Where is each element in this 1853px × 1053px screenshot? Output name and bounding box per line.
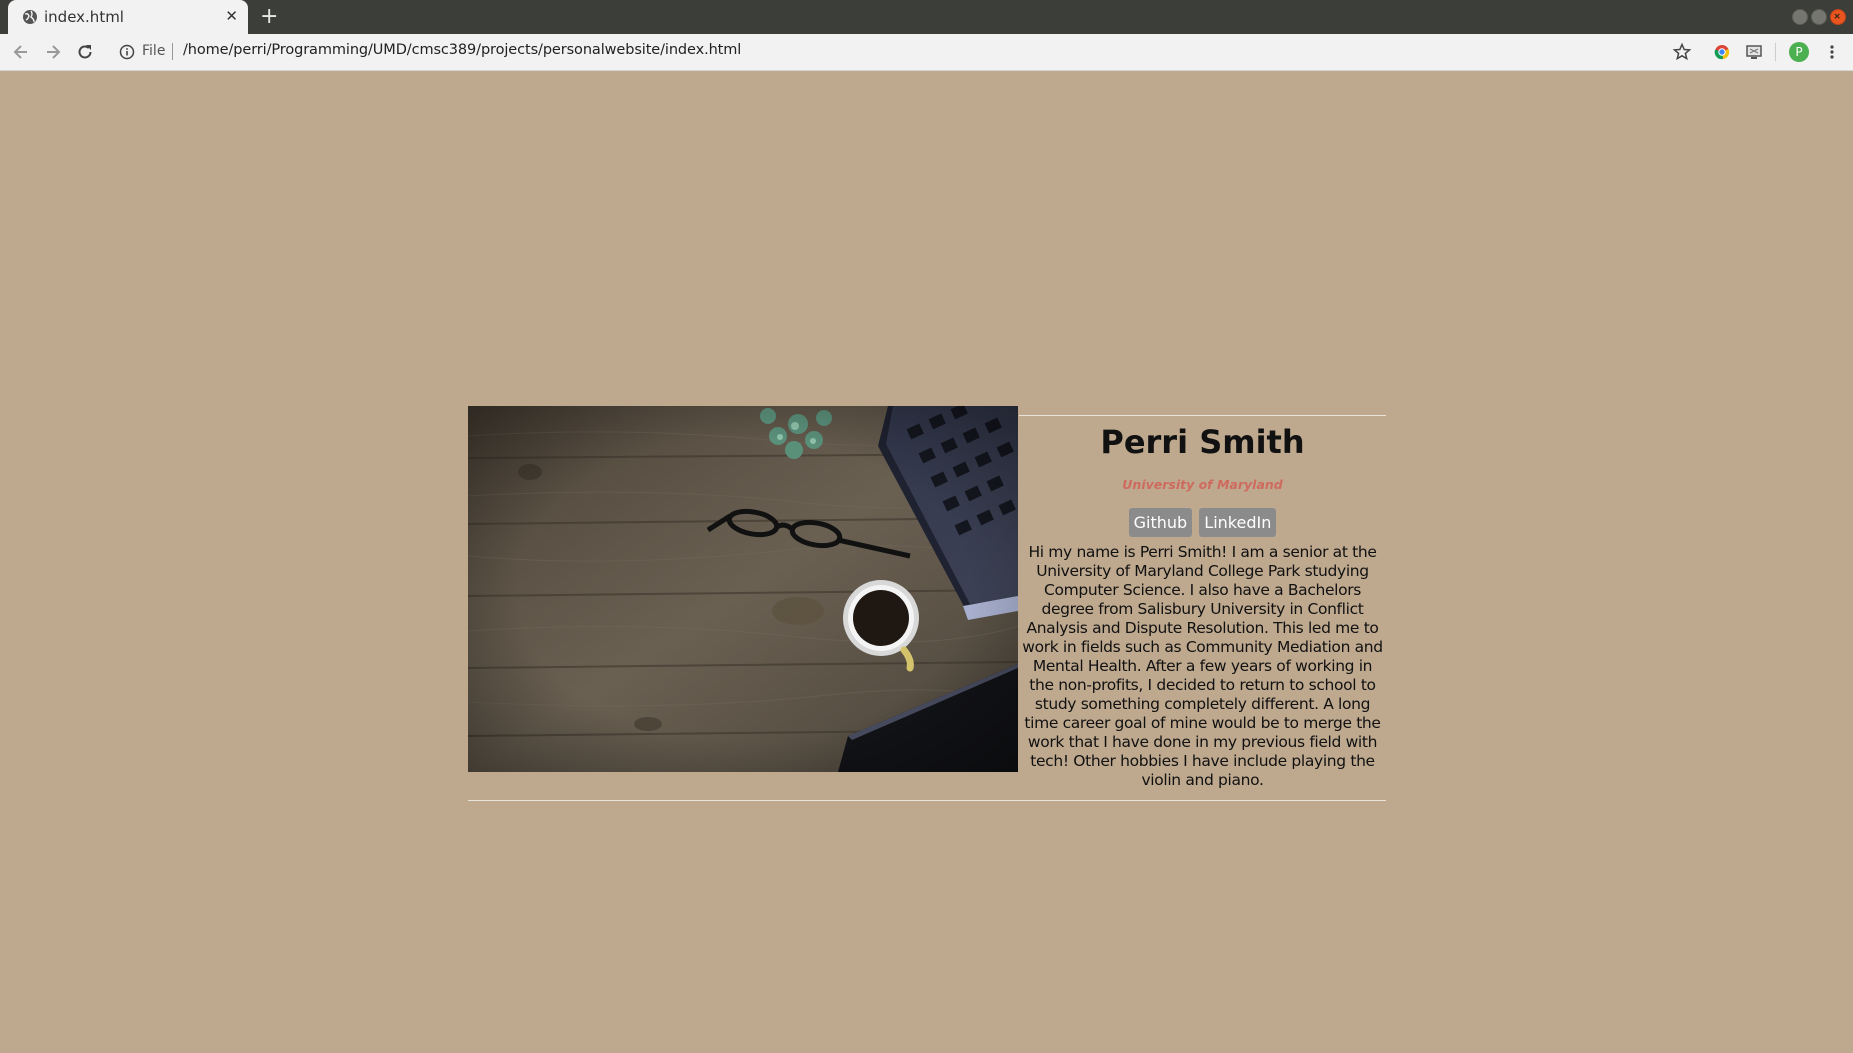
close-window-button[interactable] [1830,9,1846,25]
desk-photo-image [468,406,1018,772]
info-icon[interactable] [117,42,137,62]
toolbar-divider [1775,43,1776,61]
omnibox-divider [172,43,173,60]
github-button[interactable]: Github [1128,508,1193,537]
browser-toolbar: File /home/perri/Programming/UMD/cmsc389… [0,34,1853,71]
profile-avatar[interactable]: P [1789,42,1809,62]
tab-close-button[interactable]: ✕ [225,7,238,25]
profile-bio: Hi my name is Perri Smith! I am a senior… [1022,543,1383,789]
screen-extension-icon[interactable] [1744,42,1764,62]
close-icon [1834,13,1840,19]
globe-icon [23,10,37,24]
linkedin-button[interactable]: LinkedIn [1199,508,1277,537]
tab-title: index.html [44,8,124,26]
bookmark-star-icon[interactable] [1672,42,1692,62]
back-arrow-icon[interactable] [11,42,31,62]
profile-info: Perri Smith University of Maryland Githu… [1019,420,1386,790]
top-divider [1019,415,1386,416]
desk-photo [468,406,1018,772]
profile-card: Perri Smith University of Maryland Githu… [468,406,1386,802]
profile-school: University of Maryland [1122,477,1283,492]
new-tab-button[interactable]: + [260,4,278,30]
profile-links: Github LinkedIn [1019,508,1386,537]
browser-tab[interactable]: index.html ✕ [8,0,248,34]
maximize-window-button[interactable] [1811,9,1827,25]
chrome-extension-icon[interactable] [1712,42,1732,62]
kebab-menu-icon[interactable] [1822,42,1842,62]
reload-icon[interactable] [75,42,95,62]
omnibox-scheme-label: File [142,43,166,59]
address-bar[interactable]: /home/perri/Programming/UMD/cmsc389/proj… [183,42,741,58]
forward-arrow-icon[interactable] [43,42,63,62]
minimize-window-button[interactable] [1792,9,1808,25]
browser-tab-strip: index.html ✕ + [0,0,1853,34]
profile-name: Perri Smith [1100,423,1305,461]
bottom-divider [468,800,1386,801]
